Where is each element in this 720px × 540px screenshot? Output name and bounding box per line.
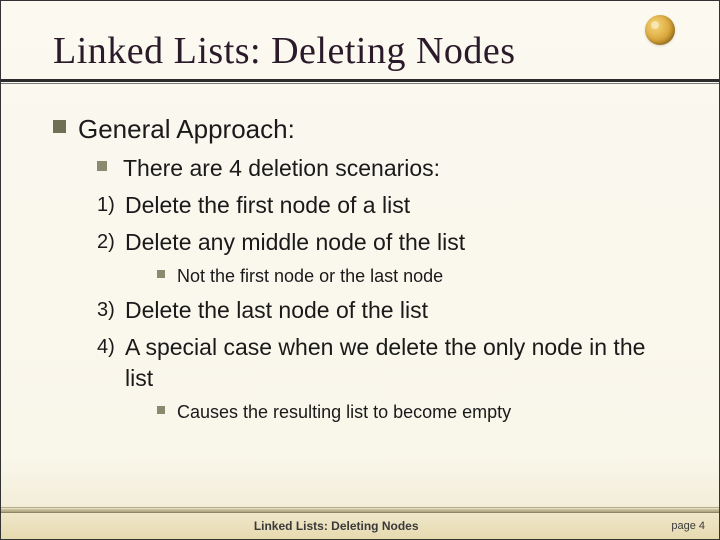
slide: Linked Lists: Deleting Nodes General App…	[1, 1, 719, 539]
list-marker: 4)	[97, 334, 125, 361]
square-bullet-icon	[157, 406, 165, 414]
square-bullet-icon	[97, 161, 107, 171]
slide-footer: Linked Lists: Deleting Nodes page 4	[1, 513, 719, 539]
list-item-text: Delete the first node of a list	[125, 190, 410, 221]
footer-title: Linked Lists: Deleting Nodes	[1, 519, 671, 533]
square-bullet-icon	[157, 270, 165, 278]
list-marker: 2)	[97, 229, 125, 256]
list-marker: 1)	[97, 192, 125, 219]
list-item-3: 3) Delete the last node of the list	[97, 295, 679, 326]
list-item-text: Delete any middle node of the list	[125, 227, 465, 258]
bullet-text: General Approach:	[78, 112, 295, 147]
gold-orb-logo	[645, 15, 675, 45]
sub-bullet-2: Not the first node or the last node	[157, 264, 679, 288]
slide-title: Linked Lists: Deleting Nodes	[53, 29, 679, 73]
sub-bullet-text: Causes the resulting list to become empt…	[177, 400, 511, 424]
list-item-2: 2) Delete any middle node of the list	[97, 227, 679, 258]
list-item-text: A special case when we delete the only n…	[125, 332, 679, 394]
page-number: page 4	[671, 520, 719, 532]
sub-bullet-4: Causes the resulting list to become empt…	[157, 400, 679, 424]
list-item-4: 4) A special case when we delete the onl…	[97, 332, 679, 394]
square-bullet-icon	[53, 120, 66, 133]
slide-content: General Approach: There are 4 deletion s…	[53, 112, 679, 424]
title-rule	[1, 79, 719, 84]
list-item-text: Delete the last node of the list	[125, 295, 428, 326]
sub-bullet-text: Not the first node or the last node	[177, 264, 443, 288]
bullet-intro: There are 4 deletion scenarios:	[97, 153, 679, 184]
list-marker: 3)	[97, 297, 125, 324]
list-item-1: 1) Delete the first node of a list	[97, 190, 679, 221]
bullet-general-approach: General Approach:	[53, 112, 679, 147]
bullet-text: There are 4 deletion scenarios:	[123, 153, 440, 184]
footer-rule	[1, 507, 719, 513]
